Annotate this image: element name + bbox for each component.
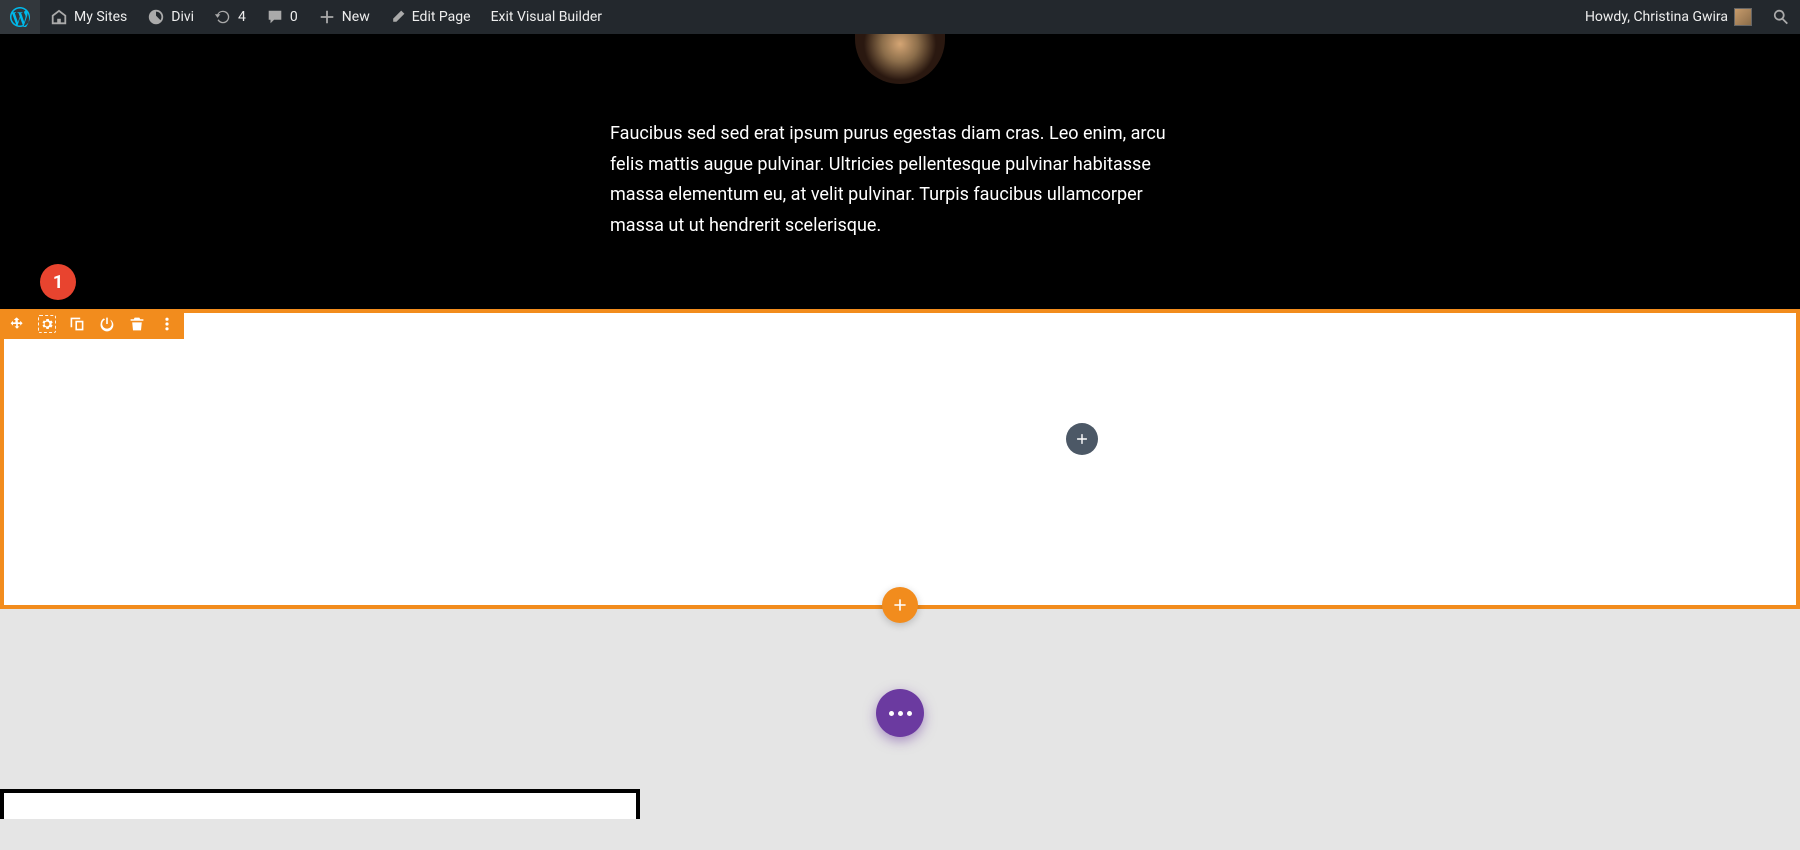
comments-count: 0: [290, 9, 298, 25]
comments-menu[interactable]: 0: [256, 0, 308, 34]
divi-section[interactable]: [0, 309, 1800, 609]
page-spacer: [0, 609, 1800, 809]
annotation-badge-1: 1: [40, 264, 76, 300]
pencil-icon: [390, 9, 406, 25]
move-section-button[interactable]: [8, 315, 26, 333]
add-section-button[interactable]: [882, 587, 918, 623]
update-icon: [214, 8, 232, 26]
plus-icon: [318, 8, 336, 26]
edit-page-label: Edit Page: [412, 9, 471, 25]
section-more-button[interactable]: [158, 315, 176, 333]
my-sites-label: My Sites: [74, 9, 127, 25]
search-toggle[interactable]: [1762, 0, 1800, 34]
power-icon: [99, 316, 115, 332]
my-sites-menu[interactable]: My Sites: [40, 0, 137, 34]
more-horizontal-icon: [889, 711, 912, 716]
duplicate-section-button[interactable]: [68, 315, 86, 333]
new-label: New: [342, 9, 370, 25]
wordpress-icon: [10, 7, 30, 27]
wp-logo-menu[interactable]: [0, 0, 40, 34]
hero-section: Faucibus sed sed erat ipsum purus egesta…: [0, 34, 1800, 309]
hero-inner: Faucibus sed sed erat ipsum purus egesta…: [550, 34, 1250, 241]
comment-icon: [266, 8, 284, 26]
admin-bar-right: Howdy, Christina Gwira: [1575, 0, 1800, 34]
site-name-label: Divi: [171, 9, 194, 25]
howdy-label: Howdy, Christina Gwira: [1585, 9, 1728, 25]
admin-bar-left: My Sites Divi 4 0 New Edit Page Exit Vis…: [0, 0, 612, 34]
delete-section-button[interactable]: [128, 315, 146, 333]
hero-text: Faucibus sed sed erat ipsum purus egesta…: [610, 119, 1190, 241]
section-settings-button[interactable]: [38, 315, 56, 333]
home-icon: [50, 8, 68, 26]
more-vertical-icon: [159, 316, 175, 332]
gear-icon: [41, 316, 53, 332]
search-icon: [1772, 8, 1790, 26]
duplicate-icon: [69, 316, 85, 332]
avatar-icon: [1734, 8, 1752, 26]
new-content-menu[interactable]: New: [308, 0, 380, 34]
exit-visual-builder-link[interactable]: Exit Visual Builder: [481, 0, 612, 34]
section-toolbar: [0, 309, 184, 339]
move-icon: [9, 316, 25, 332]
add-module-button[interactable]: [1066, 423, 1098, 455]
plus-icon: [1075, 432, 1089, 446]
annotation-number: 1: [53, 272, 63, 293]
site-name-menu[interactable]: Divi: [137, 0, 204, 34]
partial-section-outline: [0, 789, 640, 819]
dashboard-icon: [147, 8, 165, 26]
wp-admin-bar: My Sites Divi 4 0 New Edit Page Exit Vis…: [0, 0, 1800, 34]
plus-icon: [892, 597, 908, 613]
my-account-menu[interactable]: Howdy, Christina Gwira: [1575, 0, 1762, 34]
save-to-library-button[interactable]: [98, 315, 116, 333]
exit-builder-label: Exit Visual Builder: [491, 9, 602, 25]
divi-builder-fab[interactable]: [876, 689, 924, 737]
updates-menu[interactable]: 4: [204, 0, 256, 34]
updates-count: 4: [238, 9, 246, 25]
hero-avatar: [855, 34, 945, 84]
edit-page-link[interactable]: Edit Page: [380, 0, 481, 34]
trash-icon: [129, 316, 145, 332]
